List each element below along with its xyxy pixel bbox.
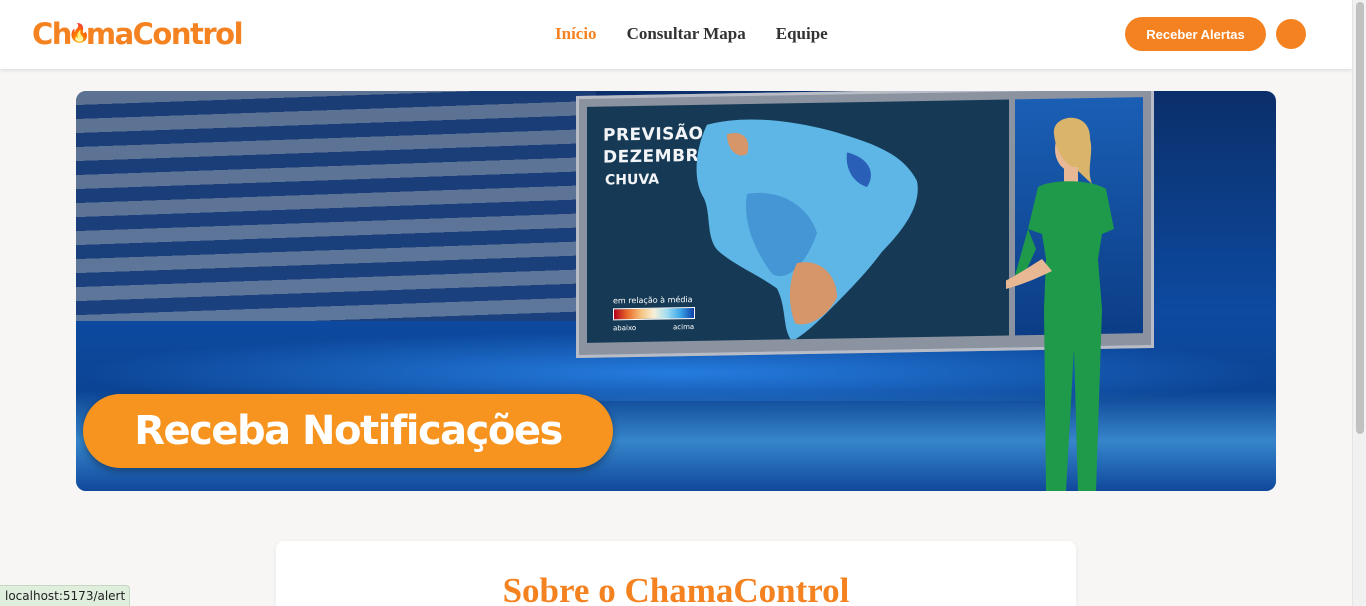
hero-banner: PREVISÃO DEZEMBRO CHUVA em relação à méd… — [76, 91, 1276, 491]
legend-low-label: abaixo — [613, 323, 637, 333]
brazil-map-image — [696, 119, 918, 342]
user-avatar[interactable] — [1276, 19, 1306, 49]
nav-link-inicio[interactable]: Início — [555, 22, 597, 46]
top-navbar: Ch🔥maControl Início Consultar Mapa Equip… — [0, 0, 1352, 69]
about-section: Sobre o ChamaControl — [276, 541, 1076, 606]
cta-label: Receba Notificações — [134, 408, 563, 454]
nav-link-consultar-mapa[interactable]: Consultar Mapa — [627, 22, 746, 46]
legend-high-label: acima — [673, 322, 695, 332]
about-title: Sobre o ChamaControl — [502, 571, 850, 606]
status-bar-url: localhost:5173/alert — [0, 585, 131, 606]
rain-legend-bar — [613, 306, 695, 321]
presenter-image — [1006, 117, 1114, 491]
scrollbar-thumb[interactable] — [1356, 2, 1364, 434]
legend-caption: em relação à média — [613, 295, 693, 306]
logo-text-end: maControl — [85, 17, 244, 51]
nav-link-equipe[interactable]: Equipe — [776, 22, 828, 46]
main-nav: Início Consultar Mapa Equipe — [555, 22, 828, 46]
page-scrollbar[interactable] — [1352, 0, 1366, 606]
receber-alertas-button[interactable]: Receber Alertas — [1125, 17, 1266, 51]
weather-map-screen: PREVISÃO DEZEMBRO CHUVA em relação à méd… — [587, 99, 1009, 343]
receba-notificacoes-button[interactable]: Receba Notificações — [83, 394, 613, 468]
chamacontrol-logo[interactable]: Ch🔥maControl — [32, 14, 244, 54]
logo-text-start: Ch — [32, 17, 72, 51]
studio-backdrop — [76, 91, 596, 321]
screen-subtitle: CHUVA — [605, 171, 660, 189]
